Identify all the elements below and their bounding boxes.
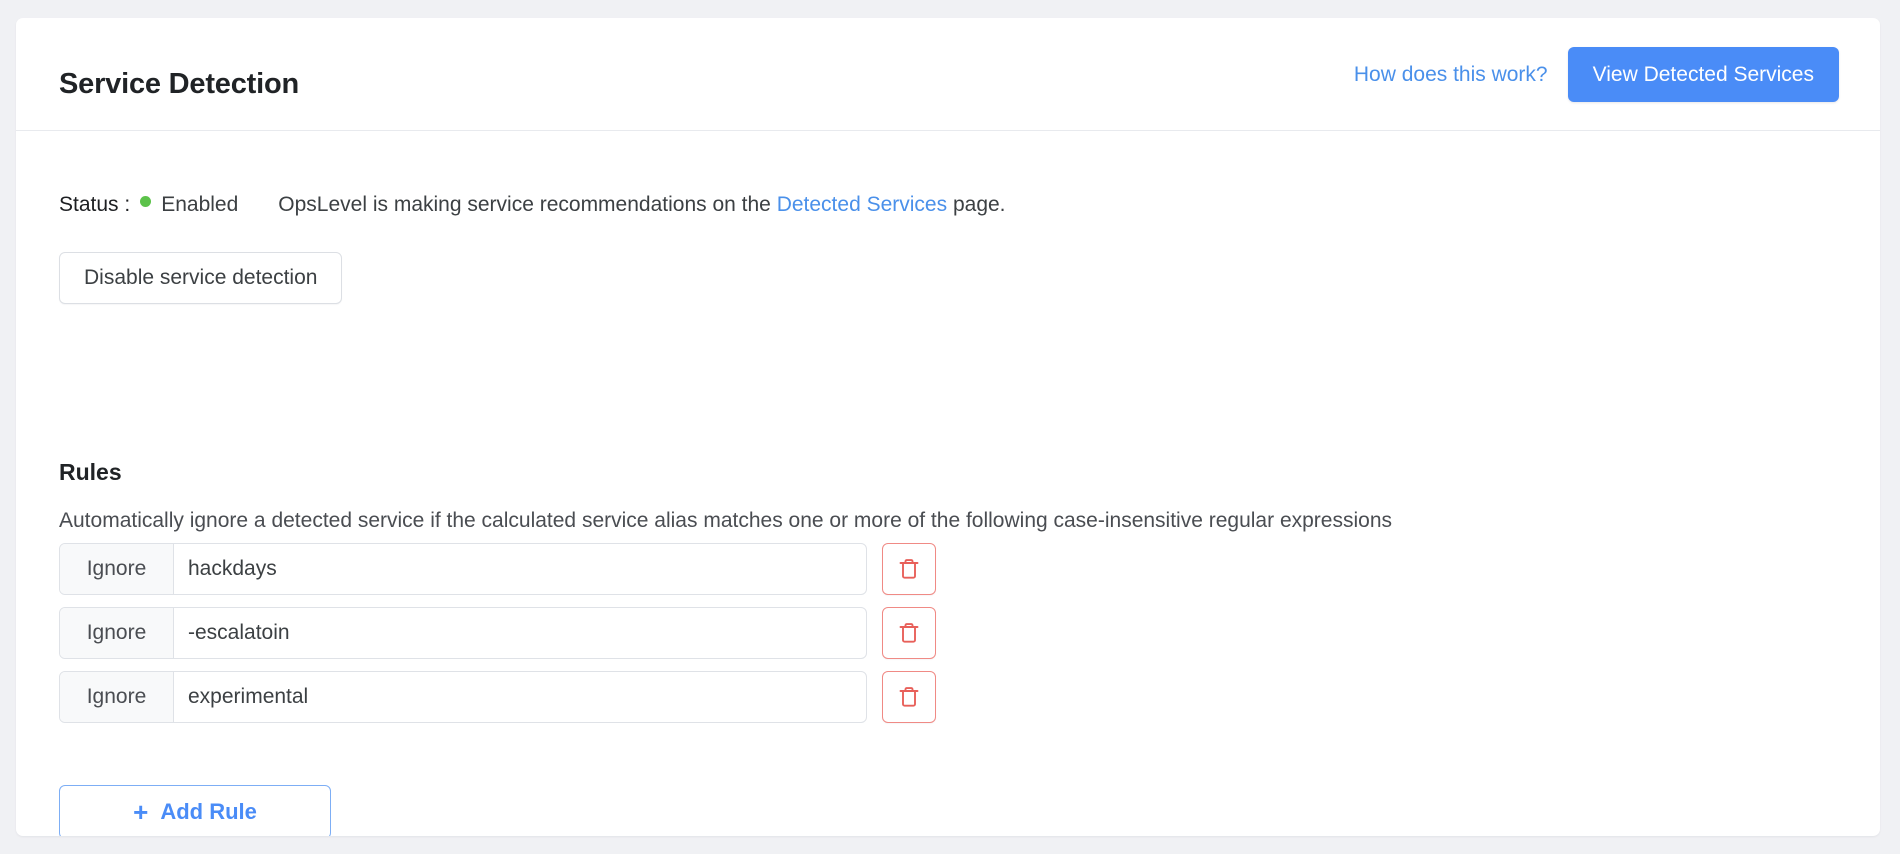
rules-heading: Rules [59,459,122,485]
detected-services-link[interactable]: Detected Services [777,193,947,216]
rule-pattern-input[interactable] [174,672,866,722]
rule-prefix-label: Ignore [60,672,174,722]
trash-icon [897,685,921,709]
plus-icon: + [133,797,149,827]
delete-rule-button[interactable] [882,607,936,659]
status-label: Status : [59,193,131,216]
rule-prefix-label: Ignore [60,544,174,594]
status-description: OpsLevel is making service recommendatio… [278,193,1005,217]
delete-rule-button[interactable] [882,543,936,595]
add-rule-button[interactable]: + Add Rule [59,785,331,836]
rule-row: Ignore [59,607,936,659]
rule-input-group: Ignore [59,607,867,659]
status-dot-icon [140,196,152,207]
status-description-before: OpsLevel is making service recommendatio… [278,193,771,216]
rule-pattern-input[interactable] [174,544,866,594]
service-detection-card: Service Detection How does this work? Vi… [16,18,1880,836]
view-detected-services-button[interactable]: View Detected Services [1567,47,1839,102]
add-rule-label: Add Rule [160,799,257,824]
status-value: Enabled [161,193,239,216]
page-title: Service Detection [59,68,299,100]
delete-rule-button[interactable] [882,671,936,723]
trash-icon [897,621,921,645]
card-header: Service Detection How does this work? Vi… [16,18,1880,131]
rule-input-group: Ignore [59,671,867,723]
header-actions: How does this work? View Detected Servic… [1354,47,1839,102]
status-row: Status : Enabled OpsLevel is making serv… [59,193,1006,217]
disable-service-detection-button[interactable]: Disable service detection [59,252,343,304]
rule-row: Ignore [59,543,936,595]
rules-list: Ignore hackdays Ignore -escalatoin Ignor… [59,543,936,735]
rule-prefix-label: Ignore [60,608,174,658]
page-root: Service Detection How does this work? Vi… [0,0,1900,854]
rule-input-group: Ignore [59,543,867,595]
rule-pattern-input[interactable] [174,608,866,658]
rules-description: Automatically ignore a detected service … [59,509,1392,532]
rule-row: Ignore [59,671,936,723]
how-does-this-work-link[interactable]: How does this work? [1354,63,1548,87]
status-description-after: page. [952,193,1006,216]
trash-icon [897,557,921,581]
